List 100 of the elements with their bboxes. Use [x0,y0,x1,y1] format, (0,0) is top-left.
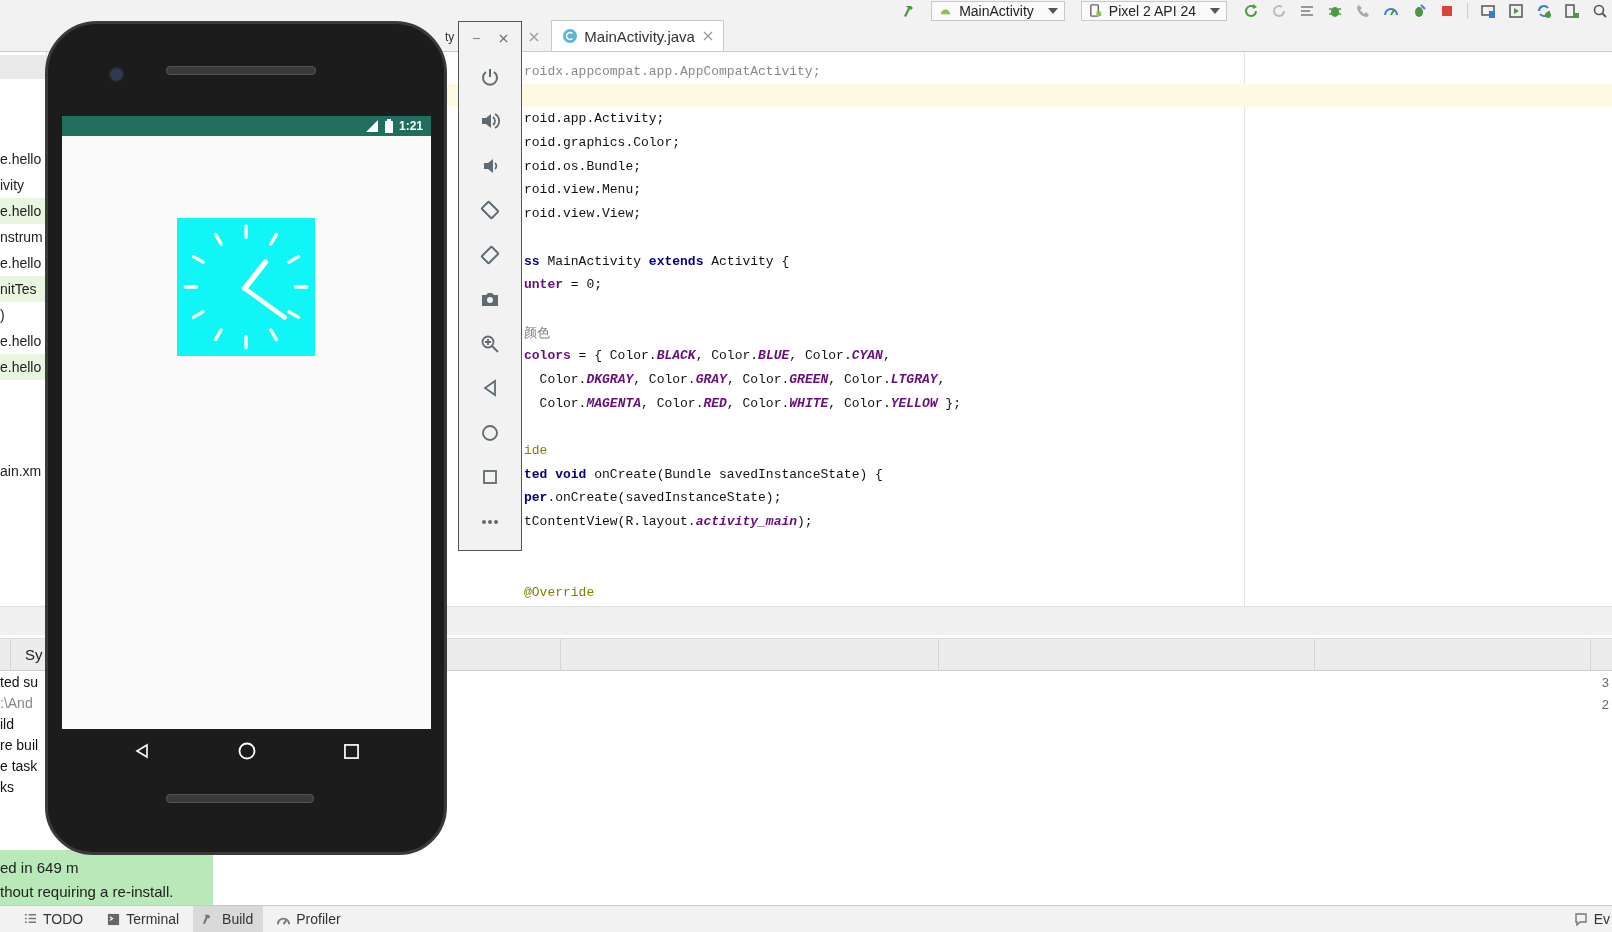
keyword-text: ted void [524,466,587,482]
keyword-text: extends [648,253,704,269]
volume-up-icon[interactable] [480,111,500,131]
speech-bubble-icon [1573,912,1588,926]
rotate-left-icon[interactable] [480,200,500,220]
code-text: }; [944,395,961,411]
code-text: tContentView(R.layout. [524,514,696,530]
code-text: , [937,371,946,387]
code-text: , Color. [633,371,696,387]
keyword-text: per [524,490,548,506]
code-text: roid.view.View; [524,206,642,222]
code-text: MainActivity [546,253,643,269]
code-text: Color. [538,395,587,411]
output-line: :\And [0,694,34,713]
tree-item[interactable]: nstrum [0,224,46,250]
sdk-manager-icon[interactable] [1508,2,1524,19]
recents-icon[interactable] [344,743,359,759]
code-text: , Color. [828,395,891,411]
camera-dot [108,66,125,83]
tool-window-button[interactable]: Profiler [267,906,351,932]
power-icon[interactable] [480,66,500,87]
phone-icon[interactable] [1355,2,1371,19]
tree-item[interactable]: ain.xm [0,458,46,484]
tree-item[interactable]: e.hello [0,354,46,380]
home-icon[interactable] [238,742,256,760]
constant-text: GREEN [789,371,829,387]
search-icon[interactable] [1592,2,1608,19]
tree-item[interactable]: e.hello [0,146,46,172]
zoom-icon[interactable] [480,333,500,354]
layout-inspector-icon[interactable] [1564,2,1580,19]
constant-text: RED [703,395,727,411]
code-text: Activity { [710,253,790,269]
field-name-text: unter [524,277,563,293]
notification-text: thout requiring a re-install. [0,882,175,902]
constant-text: WHITE [789,395,829,411]
event-log-button[interactable]: Ev [1563,906,1612,932]
constant-text: LTGRAY [890,371,938,387]
close-icon[interactable] [499,34,508,43]
constant-text: BLUE [758,348,790,364]
constant-text: GRAY [695,371,727,387]
output-line: ks [0,778,15,797]
close-icon[interactable] [529,32,540,42]
code-text: roid.app.Activity; [524,111,665,127]
sync-icon[interactable] [1536,2,1552,19]
tool-window-button[interactable]: Terminal [97,906,190,932]
back-icon[interactable] [134,743,150,759]
tree-item[interactable]: e.hello [0,328,46,354]
output-line: ted su [0,673,40,692]
code-text: = { Color. [577,348,657,364]
status-time: 1:21 [398,119,423,133]
device-dropdown[interactable]: Pixel 2 API 24 [1080,0,1227,21]
code-text: , Color. [789,348,852,364]
code-text: Color. [538,371,587,387]
output-line: re buil [0,736,40,755]
code-text: , Color. [726,395,790,411]
apply-changes-icon[interactable] [1243,2,1259,19]
editor-tab[interactable]: ty [444,23,456,51]
code-text: roid.view.Menu; [524,182,642,198]
code-text: roid.graphics.Color; [524,135,681,151]
build-panel-tab[interactable]: Sy [23,639,45,670]
code-text: = 0; [569,277,603,293]
output-line: ild [0,715,15,734]
tree-item[interactable]: ivity [0,172,46,198]
tool-window-button[interactable]: Build [193,906,264,932]
annotation-text: ide [524,443,548,458]
count-text: 2 [1601,696,1609,714]
code-text: ); [797,514,813,530]
constant-text: BLACK [656,348,696,364]
keyword-text: ss [524,253,540,269]
constant-text: MAGENTA [586,395,642,411]
annotation-text: @Override [524,585,595,601]
tree-item[interactable]: e.hello [0,250,46,276]
tree-item[interactable]: ) [0,302,46,328]
output-line: e task [0,757,39,776]
device-manager-icon[interactable] [1480,2,1496,19]
constant-text: CYAN [851,348,883,364]
rotate-right-icon[interactable] [480,244,500,265]
restart-icon[interactable] [1271,2,1287,19]
class-file-icon [562,28,579,44]
editor-tab[interactable]: MainActivity.java [551,20,724,51]
caret-icon [1047,7,1058,14]
device-icon [1087,3,1103,18]
tool-window-button[interactable]: TODO [14,906,94,932]
close-icon[interactable] [702,31,713,41]
tree-item[interactable]: nitTes [0,276,46,302]
code-text: , [882,348,891,364]
code-text: onCreate(Bundle savedInstanceState) { [593,466,883,482]
constant-text: activity_main [695,514,798,530]
code-text: , Color. [828,371,891,387]
tree-item[interactable]: e.hello [0,198,46,224]
code-text: .onCreate(savedInstanceState); [547,490,782,506]
constant-text: YELLOW [890,395,938,411]
field-name-text: colors [524,348,571,364]
terminal-icon [107,912,121,926]
run-config-dropdown[interactable]: MainActivity [931,0,1065,21]
comment-text: 颜色 [524,324,550,340]
notification-text: ed in 649 m [0,858,80,878]
unused-import-text: roidx.appcompat.app.AppCompatActivity; [524,64,821,79]
code-text: roid.os.Bundle; [524,158,642,174]
overview-icon[interactable] [480,467,500,487]
